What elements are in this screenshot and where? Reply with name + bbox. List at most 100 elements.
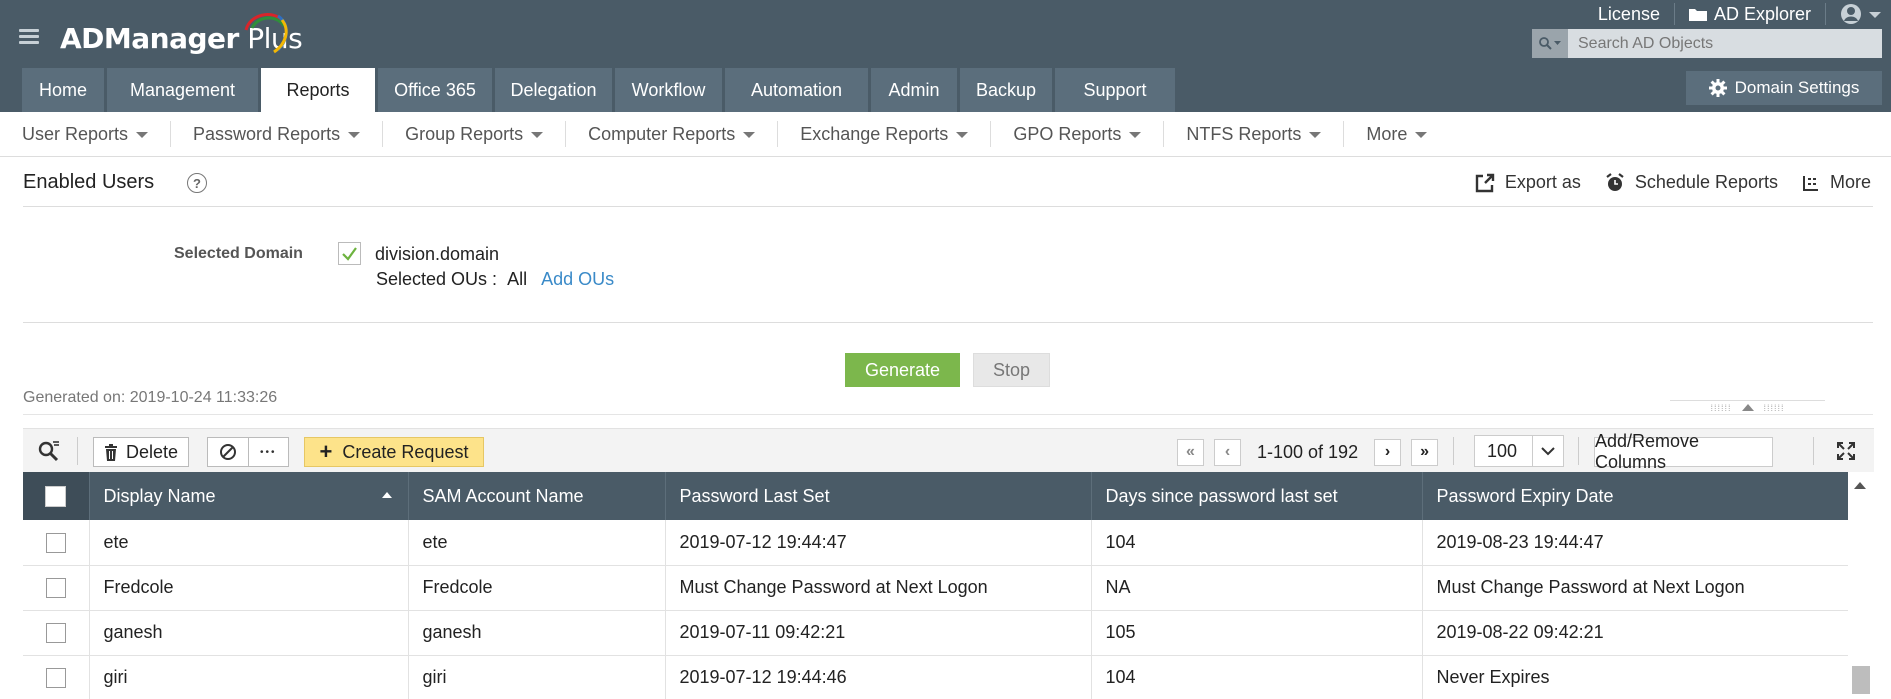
- tab-management[interactable]: Management: [107, 68, 258, 112]
- more-options-button[interactable]: •••: [249, 438, 289, 466]
- ad-explorer-link[interactable]: AD Explorer: [1675, 3, 1826, 25]
- generate-button[interactable]: Generate: [845, 353, 960, 387]
- subnav-computer-reports[interactable]: Computer Reports: [566, 121, 779, 147]
- divider: [77, 437, 78, 465]
- logo-swirl-icon: [244, 13, 288, 54]
- cell-days-since-set: 105: [1091, 610, 1423, 656]
- cell-password-expiry-date: Never Expires: [1422, 655, 1848, 699]
- cell-sam-account-name: ganesh: [408, 610, 666, 656]
- hamburger-menu-icon[interactable]: [19, 29, 39, 45]
- tab-home[interactable]: Home: [22, 68, 104, 112]
- chevron-down-icon: [1869, 12, 1881, 18]
- grip-icon: ⁞⁞⁞⁞⁞⁞: [1710, 402, 1732, 413]
- divider: [1813, 437, 1814, 465]
- subnav-exchange-reports[interactable]: Exchange Reports: [778, 121, 992, 147]
- schedule-reports-button[interactable]: Schedule Reports: [1605, 172, 1778, 193]
- top-links: License AD Explorer: [1584, 0, 1891, 28]
- cell-password-expiry-date: 2019-08-23 19:44:47: [1422, 520, 1848, 566]
- user-menu[interactable]: [1826, 3, 1891, 25]
- previous-page-button[interactable]: ‹: [1214, 438, 1241, 466]
- column-header-sam-account-name[interactable]: SAM Account Name: [408, 472, 666, 520]
- table-row[interactable]: ete ete 2019-07-12 19:44:47 104 2019-08-…: [23, 520, 1848, 566]
- help-icon[interactable]: ?: [187, 173, 207, 193]
- row-checkbox[interactable]: [45, 578, 66, 599]
- disable-button[interactable]: [208, 438, 249, 466]
- tab-support[interactable]: Support: [1055, 68, 1175, 112]
- divider: [23, 414, 1873, 415]
- table-row[interactable]: Fredcole Fredcole Must Change Password a…: [23, 565, 1848, 611]
- row-select-cell: [23, 520, 90, 566]
- selected-ous-label: Selected OUs :: [376, 269, 498, 289]
- cell-password-last-set: 2019-07-12 19:44:47: [665, 520, 1092, 566]
- tab-workflow[interactable]: Workflow: [615, 68, 722, 112]
- subnav-group-reports[interactable]: Group Reports: [383, 121, 567, 147]
- tab-admin[interactable]: Admin: [871, 68, 957, 112]
- plus-icon: +: [319, 439, 333, 464]
- cell-days-since-set: 104: [1091, 520, 1423, 566]
- column-header-password-last-set[interactable]: Password Last Set: [665, 472, 1092, 520]
- cell-days-since-set: NA: [1091, 565, 1423, 611]
- filter-search-icon[interactable]: [37, 439, 61, 463]
- selected-ous-value: All: [507, 269, 528, 289]
- more-actions-button[interactable]: More: [1802, 172, 1871, 193]
- vertical-scrollbar[interactable]: [1848, 472, 1874, 699]
- reports-subnav: User Reports Password Reports Group Repo…: [0, 112, 1891, 157]
- main-tabs: Home Management Reports Office 365 Deleg…: [22, 68, 1175, 112]
- chevron-down-icon: [1129, 132, 1142, 138]
- column-header-display-name[interactable]: Display Name: [89, 472, 409, 520]
- first-page-button[interactable]: «: [1177, 438, 1204, 466]
- add-remove-columns-button[interactable]: Add/Remove Columns: [1594, 431, 1773, 472]
- subnav-password-reports[interactable]: Password Reports: [171, 121, 384, 147]
- row-checkbox[interactable]: [45, 623, 66, 644]
- rows-per-page-select[interactable]: 100: [1474, 435, 1564, 467]
- license-link[interactable]: License: [1584, 3, 1675, 25]
- export-as-button[interactable]: Export as: [1475, 172, 1581, 193]
- table-toolbar: Delete ••• + Create Request « ‹ 1-100 of…: [23, 428, 1874, 472]
- chevron-down-icon: [1309, 132, 1322, 138]
- search-input[interactable]: [1568, 29, 1882, 58]
- user-icon: [1841, 4, 1861, 24]
- cell-display-name: ete: [89, 520, 409, 566]
- subnav-ntfs-reports[interactable]: NTFS Reports: [1164, 121, 1345, 147]
- selected-ous: Selected OUs : All Add OUs: [376, 269, 614, 290]
- row-checkbox[interactable]: [45, 532, 66, 553]
- table-row[interactable]: ganesh ganesh 2019-07-11 09:42:21 105 20…: [23, 610, 1848, 656]
- tab-backup[interactable]: Backup: [960, 68, 1052, 112]
- column-header-days-since-password-last-set[interactable]: Days since password last set: [1091, 472, 1423, 520]
- collapse-handle[interactable]: ⁞⁞⁞⁞⁞⁞ ⁞⁞⁞⁞⁞⁞: [1670, 400, 1825, 414]
- sort-ascending-icon: [381, 491, 392, 498]
- domain-settings-button[interactable]: Domain Settings: [1686, 71, 1882, 105]
- chevron-down-icon: [956, 132, 969, 138]
- subnav-user-reports[interactable]: User Reports: [0, 121, 172, 147]
- trash-icon: [104, 443, 117, 461]
- tab-delegation[interactable]: Delegation: [495, 68, 612, 112]
- search-type-button[interactable]: [1532, 29, 1568, 58]
- table-row[interactable]: giri giri 2019-07-12 19:44:46 104 Never …: [23, 655, 1848, 699]
- scroll-up-icon[interactable]: [1854, 482, 1866, 489]
- stop-button[interactable]: Stop: [973, 353, 1050, 387]
- scrollbar-thumb[interactable]: [1852, 666, 1870, 694]
- domain-checkbox[interactable]: [338, 242, 361, 265]
- create-request-button[interactable]: + Create Request: [304, 437, 484, 467]
- search-icon: [1539, 37, 1552, 50]
- subnav-more[interactable]: More: [1344, 121, 1449, 147]
- column-header-password-expiry-date[interactable]: Password Expiry Date: [1422, 472, 1848, 520]
- generated-on-timestamp: Generated on: 2019-10-24 11:33:26: [23, 389, 278, 406]
- select-all-checkbox[interactable]: [45, 485, 67, 507]
- add-ous-link[interactable]: Add OUs: [541, 269, 614, 290]
- delete-button[interactable]: Delete: [93, 437, 189, 467]
- tab-office-365[interactable]: Office 365: [378, 68, 492, 112]
- fullscreen-icon[interactable]: [1836, 441, 1856, 461]
- page-range: 1-100 of 192: [1257, 441, 1359, 462]
- divider: [23, 322, 1873, 323]
- tab-reports[interactable]: Reports: [261, 68, 375, 112]
- tab-automation[interactable]: Automation: [725, 68, 868, 112]
- chevron-up-icon: [1741, 404, 1754, 411]
- row-checkbox[interactable]: [45, 668, 66, 689]
- last-page-button[interactable]: »: [1411, 438, 1439, 466]
- chevron-down-icon: [1533, 436, 1563, 466]
- top-header: ADManager Plus License AD Explorer Home …: [0, 0, 1891, 112]
- domain-name: division.domain: [375, 244, 500, 264]
- subnav-gpo-reports[interactable]: GPO Reports: [991, 121, 1165, 147]
- next-page-button[interactable]: ›: [1374, 438, 1402, 466]
